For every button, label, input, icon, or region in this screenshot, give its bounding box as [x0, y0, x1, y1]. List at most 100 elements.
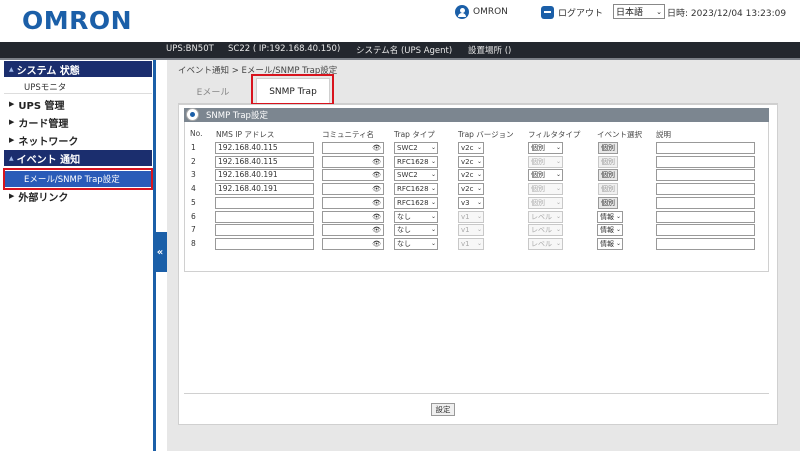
community-input[interactable]: 👁 — [322, 224, 384, 236]
user-menu[interactable]: OMRON — [455, 4, 508, 20]
chevron-down-icon: ⌄ — [476, 185, 482, 192]
sidebar-section-system[interactable]: ▲ システム 状態 — [4, 61, 152, 77]
triangle-right-icon: ▶ — [9, 192, 15, 200]
tab-snmp-trap[interactable]: SNMP Trap — [256, 78, 330, 104]
logout-label: ログアウト — [558, 8, 604, 19]
eye-icon[interactable]: 👁 — [372, 239, 381, 249]
nms-ip-input[interactable] — [215, 238, 314, 250]
description-input[interactable] — [656, 211, 755, 223]
event-select[interactable]: 情報 ⌄ — [597, 211, 623, 223]
filter-type-select[interactable]: レベル ⌄ — [528, 238, 563, 250]
filter-type-select[interactable]: 個別 ⌄ — [528, 169, 563, 181]
trap-type-select[interactable]: SWC2 ⌄ — [394, 142, 438, 154]
sidebar-item-external-links[interactable]: ▶ 外部リンク — [4, 188, 152, 204]
triangle-up-icon: ▲ — [9, 65, 14, 73]
sidebar-item-email-snmp[interactable]: Eメール/SNMP Trap設定 — [4, 171, 151, 187]
event-select[interactable]: 情報 ⌄ — [597, 238, 623, 250]
trap-type-select[interactable]: RFC1628 ⌄ — [394, 183, 438, 195]
eye-icon[interactable]: 👁 — [372, 157, 381, 167]
language-select[interactable]: 日本語 ⌄ — [613, 4, 665, 19]
event-select-button[interactable]: 個別 — [598, 156, 618, 168]
filter-type-select[interactable]: 個別 ⌄ — [528, 142, 563, 154]
nms-ip-input[interactable] — [215, 224, 314, 236]
community-input[interactable]: 👁 — [322, 142, 384, 154]
description-input[interactable] — [656, 142, 755, 154]
chevron-down-icon: ⌄ — [476, 213, 482, 220]
event-select-button[interactable]: 個別 — [598, 169, 618, 181]
trap-version-select[interactable]: v2c ⌄ — [458, 156, 484, 168]
nms-ip-input[interactable]: 192.168.40.191 — [215, 169, 314, 181]
trap-type-select[interactable]: SWC2 ⌄ — [394, 169, 438, 181]
trap-version-select[interactable]: v2c ⌄ — [458, 169, 484, 181]
community-input[interactable]: 👁 — [322, 197, 384, 209]
filter-type-select[interactable]: レベル ⌄ — [528, 211, 563, 223]
description-input[interactable] — [656, 156, 755, 168]
trap-version-select[interactable]: v1 ⌄ — [458, 211, 484, 223]
description-input[interactable] — [656, 197, 755, 209]
sidebar-item-label: 外部リンク — [18, 192, 69, 204]
trap-version-select[interactable]: v2c ⌄ — [458, 142, 484, 154]
event-select[interactable]: 情報 ⌄ — [597, 224, 623, 236]
eye-icon[interactable]: 👁 — [372, 184, 381, 194]
description-input[interactable] — [656, 238, 755, 250]
description-input[interactable] — [656, 169, 755, 181]
trap-version-select[interactable]: v1 ⌄ — [458, 224, 484, 236]
eye-icon[interactable]: 👁 — [372, 170, 381, 180]
community-input[interactable]: 👁 — [322, 211, 384, 223]
triangle-right-icon: ▶ — [9, 118, 15, 126]
nms-ip-input[interactable]: 192.168.40.115 — [215, 142, 314, 154]
collapse-sidebar-button[interactable]: « — [153, 232, 167, 272]
sidebar-section-label: システム 状態 — [16, 65, 80, 77]
event-select-button[interactable]: 個別 — [598, 142, 618, 154]
trap-type-select[interactable]: RFC1628 ⌄ — [394, 156, 438, 168]
event-select-button[interactable]: 個別 — [598, 183, 618, 195]
trap-version-select[interactable]: v2c ⌄ — [458, 183, 484, 195]
col-header-filter-type: フィルタタイプ — [528, 130, 581, 139]
tab-bar: Eメール SNMP Trap — [178, 76, 778, 104]
nms-ip-input[interactable]: 192.168.40.115 — [215, 156, 314, 168]
chevron-down-icon: ⌄ — [430, 144, 436, 151]
filter-type-select[interactable]: 個別 ⌄ — [528, 156, 563, 168]
trap-type-select[interactable]: なし ⌄ — [394, 211, 438, 223]
col-header-trap-type: Trap タイプ — [394, 130, 435, 139]
community-input[interactable]: 👁 — [322, 156, 384, 168]
filter-type-value: レベル — [531, 213, 552, 221]
logout-button[interactable]: ログアウト — [541, 4, 603, 20]
trap-version-value: v2c — [461, 144, 474, 152]
sidebar-item-ups-mgmt[interactable]: ▶ UPS 管理 — [4, 96, 152, 112]
double-chevron-left-icon: « — [156, 246, 164, 258]
trap-version-select[interactable]: v3 ⌄ — [458, 197, 484, 209]
trap-type-value: RFC1628 — [397, 199, 429, 207]
sidebar-item-network[interactable]: ▶ ネットワーク — [4, 132, 152, 148]
community-input[interactable]: 👁 — [322, 238, 384, 250]
eye-icon[interactable]: 👁 — [372, 212, 381, 222]
ups-model: UPS:BN50T — [166, 44, 214, 54]
row-number: 8 — [191, 239, 196, 248]
trap-type-select[interactable]: なし ⌄ — [394, 224, 438, 236]
tab-email[interactable]: Eメール — [188, 78, 238, 104]
filter-type-select[interactable]: レベル ⌄ — [528, 224, 563, 236]
trap-type-select[interactable]: RFC1628 ⌄ — [394, 197, 438, 209]
nms-ip-input[interactable]: 192.168.40.191 — [215, 183, 314, 195]
sidebar-item-ups-monitor[interactable]: UPSモニタ — [4, 80, 152, 94]
eye-icon[interactable]: 👁 — [372, 143, 381, 153]
row-number: 5 — [191, 198, 196, 207]
community-input[interactable]: 👁 — [322, 183, 384, 195]
description-input[interactable] — [656, 183, 755, 195]
eye-icon[interactable]: 👁 — [372, 198, 381, 208]
sidebar-item-card-mgmt[interactable]: ▶ カード管理 — [4, 114, 152, 130]
triangle-up-icon: ▲ — [9, 154, 14, 162]
apply-button[interactable]: 設定 — [431, 403, 455, 416]
eye-icon[interactable]: 👁 — [372, 225, 381, 235]
nms-ip-input[interactable] — [215, 197, 314, 209]
filter-type-select[interactable]: 個別 ⌄ — [528, 183, 563, 195]
trap-type-select[interactable]: なし ⌄ — [394, 238, 438, 250]
trap-version-select[interactable]: v1 ⌄ — [458, 238, 484, 250]
event-select-button[interactable]: 個別 — [598, 197, 618, 209]
community-input[interactable]: 👁 — [322, 169, 384, 181]
nms-ip-input[interactable] — [215, 211, 314, 223]
filter-type-select[interactable]: 個別 ⌄ — [528, 197, 563, 209]
description-input[interactable] — [656, 224, 755, 236]
trap-type-value: なし — [397, 226, 411, 234]
sidebar-section-event[interactable]: ▲ イベント 通知 — [4, 150, 152, 166]
